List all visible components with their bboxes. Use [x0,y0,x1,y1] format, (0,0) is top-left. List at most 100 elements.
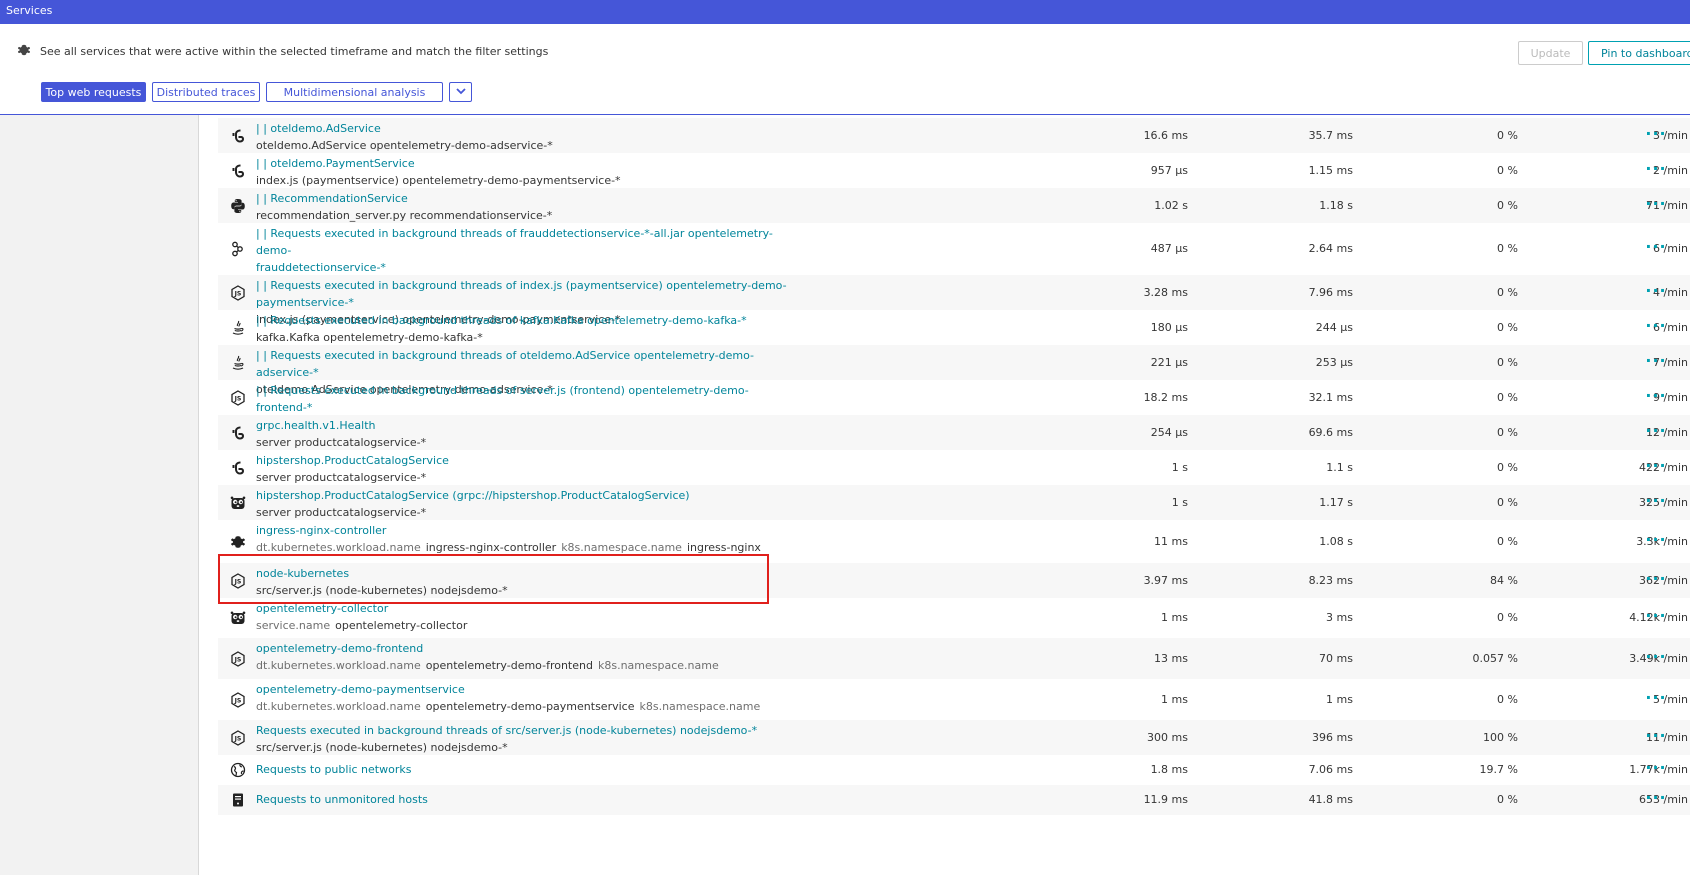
table-row[interactable]: Requests to unmonitored hosts 11.9 ms 41.8… [218,785,1690,815]
more-actions-icon[interactable]: ··· [1638,456,1674,475]
table-row[interactable]: Requests to public networks 1.8 ms 7.06 ms… [218,755,1690,785]
table-row[interactable]: grpc.health.v1.Health server productcatal… [218,415,1690,450]
service-name-link[interactable]: | | Requests executed in background thre… [256,225,790,259]
table-row[interactable]: ingress-nginx-controller dt.kubernetes.wo… [218,520,1690,563]
slowest-response-time: 1.18 s [1319,199,1353,212]
service-name-link[interactable]: | | RecommendationService [256,190,790,207]
more-actions-icon[interactable]: ··· [1638,726,1674,745]
service-details: service.name opentelemetry-collector [256,617,790,634]
median-response-time: 16.6 ms [1143,129,1188,142]
table-row[interactable]: | | Requests executed in background thre… [218,345,1690,396]
service-name-link[interactable]: Requests to unmonitored hosts [256,791,790,808]
service-name-link[interactable]: grpc.health.v1.Health [256,417,790,434]
tab-distributed-traces[interactable]: Distributed traces [152,82,260,102]
median-response-time: 1 ms [1161,693,1188,706]
table-row[interactable]: | | Requests executed in background thre… [218,223,1690,291]
service-name-link[interactable]: hipstershop.ProductCatalogService [256,452,790,469]
nodejs-icon: JS [230,692,246,708]
more-actions-icon[interactable]: ··· [1638,569,1674,588]
service-name-link[interactable]: | | oteldemo.AdService [256,120,790,137]
table-row[interactable]: | | RecommendationService recommendation_… [218,188,1690,223]
failure-rate: 0 % [1497,321,1518,334]
service-name-link[interactable]: opentelemetry-demo-paymentservice [256,681,790,698]
tab-multidimensional-analysis[interactable]: Multidimensional analysis [266,82,443,102]
more-actions-icon[interactable]: ··· [1638,159,1674,178]
median-response-time: 3.28 ms [1143,286,1188,299]
table-row[interactable]: JS opentelemetry-demo-paymentservice dt.ku… [218,679,1690,720]
java-icon [230,355,246,371]
nodejs-icon: JS [230,573,246,589]
service-name-link[interactable]: opentelemetry-collector [256,600,790,617]
more-tabs-button[interactable] [449,82,472,102]
detail-key: k8s.namespace.name [639,700,761,713]
service-name-link[interactable]: ingress-nginx-controller [256,522,790,539]
more-actions-icon[interactable]: ··· [1638,386,1674,405]
service-name-link[interactable]: | | Requests executed in background thre… [256,382,790,416]
tab-top-web-requests[interactable]: Top web requests [41,82,146,102]
service-name-link[interactable]: node-kubernetes [256,565,790,582]
more-actions-icon[interactable]: ··· [1638,316,1674,335]
more-actions-icon[interactable]: ··· [1638,530,1674,549]
slowest-response-time: 69.6 ms [1308,426,1353,439]
failure-rate: 0 % [1497,199,1518,212]
nodejs-icon: JS [230,285,246,301]
table-row[interactable]: hipstershop.ProductCatalogService (grpc:… [218,485,1690,520]
table-row[interactable]: | | oteldemo.AdService oteldemo.AdService… [218,118,1690,153]
service-name-link[interactable]: Requests to public networks [256,761,790,778]
slowest-response-time: 32.1 ms [1308,391,1353,404]
chevron-down-icon [455,87,466,94]
service-name-link-continued[interactable]: frauddetectionservice-* [256,259,790,276]
service-cell: Requests to public networks [256,761,790,778]
service-name-link[interactable]: | | Requests executed in background thre… [256,277,790,311]
table-row[interactable]: JS | | Requests executed in background th… [218,380,1690,431]
median-response-time: 180 µs [1150,321,1188,334]
pin-to-dashboard-button[interactable]: Pin to dashboard [1588,41,1690,65]
table-row[interactable]: JS Requests executed in background thread… [218,720,1690,755]
more-actions-icon[interactable]: ··· [1638,194,1674,213]
failure-rate: 0 % [1497,693,1518,706]
service-name-link[interactable]: hipstershop.ProductCatalogService (grpc:… [256,487,790,504]
more-actions-icon[interactable]: ··· [1638,281,1674,300]
table-row[interactable]: JS node-kubernetes src/server.js (node-kub… [218,563,1690,598]
service-name-link[interactable]: | | oteldemo.PaymentService [256,155,790,172]
service-name-link[interactable]: opentelemetry-demo-frontend [256,640,790,657]
table-row[interactable]: | | Requests executed in background thre… [218,310,1690,345]
table-row[interactable]: JS opentelemetry-demo-frontend dt.kubernet… [218,638,1690,679]
more-actions-icon[interactable]: ··· [1638,351,1674,370]
more-actions-icon[interactable]: ··· [1638,647,1674,666]
service-name-link[interactable]: | | Requests executed in background thre… [256,347,790,381]
server-icon [230,792,246,808]
service-details: server productcatalogservice-* [256,436,427,449]
more-actions-icon[interactable]: ··· [1638,688,1674,707]
slowest-response-time: 253 µs [1315,356,1353,369]
more-actions-icon[interactable]: ··· [1638,421,1674,440]
service-name-link[interactable]: | | Requests executed in background thre… [256,312,790,329]
service-cell: hipstershop.ProductCatalogService server … [256,452,790,486]
slowest-response-time: 1.1 s [1326,461,1353,474]
service-details: index.js (paymentservice) opentelemetry-… [256,174,621,187]
nodejs-icon: JS [230,730,246,746]
more-actions-icon[interactable]: ··· [1638,788,1674,807]
failure-rate: 0.057 % [1472,652,1518,665]
failure-rate: 100 % [1483,731,1518,744]
table-row[interactable]: hipstershop.ProductCatalogService server … [218,450,1690,485]
table-row[interactable]: | | oteldemo.PaymentService index.js (pay… [218,153,1690,188]
table-row[interactable]: JS | | Requests executed in background th… [218,275,1690,326]
failure-rate: 0 % [1497,461,1518,474]
detail-key: k8s.namespace.name [561,541,682,554]
svg-text:JS: JS [234,698,242,705]
update-button[interactable]: Update [1518,41,1583,65]
settings-gear-icon[interactable] [17,43,31,57]
table-row[interactable]: opentelemetry-collector service.name opent… [218,598,1690,638]
kotlin-icon [230,241,246,257]
detail-key: dt.kubernetes.workload.name [256,659,421,672]
median-response-time: 1.02 s [1154,199,1188,212]
service-cell: opentelemetry-demo-frontend dt.kubernetes… [256,640,790,674]
more-actions-icon[interactable]: ··· [1638,491,1674,510]
more-actions-icon[interactable]: ··· [1638,758,1674,777]
globe-icon [230,762,246,778]
more-actions-icon[interactable]: ··· [1638,606,1674,625]
service-name-link[interactable]: Requests executed in background threads … [256,722,790,739]
more-actions-icon[interactable]: ··· [1638,237,1674,256]
more-actions-icon[interactable]: ··· [1638,124,1674,143]
